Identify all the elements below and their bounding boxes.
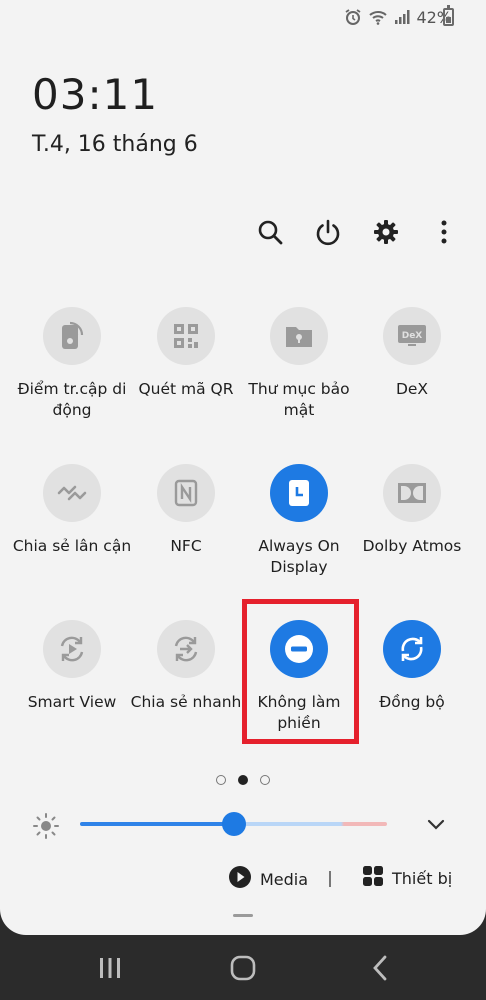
brightness-slider-thumb[interactable]	[221, 812, 246, 836]
tile-label: NFC	[170, 537, 202, 555]
hotspot-icon	[43, 307, 101, 365]
tile-label: Chia sẻ lân cận	[12, 537, 132, 555]
back-icon[interactable]	[360, 953, 400, 983]
alarm-icon	[344, 8, 362, 26]
dolby-icon	[383, 464, 441, 522]
devices-grid-icon	[362, 865, 384, 891]
divider	[329, 871, 331, 887]
clock-date: T.4, 16 tháng 6	[32, 132, 198, 157]
page-indicator	[0, 775, 486, 785]
media-label: Media	[260, 869, 309, 889]
devices-button[interactable]: Thiết bị	[362, 865, 452, 891]
dex-icon: DeX	[383, 307, 441, 365]
panel-toolbar	[252, 214, 462, 250]
gear-icon[interactable]	[368, 214, 404, 250]
more-vert-icon[interactable]	[426, 214, 462, 250]
quick-share-icon	[157, 620, 215, 678]
media-button[interactable]: Media	[228, 865, 308, 893]
tile-dolby-atmos[interactable]: Dolby Atmos	[352, 464, 472, 557]
page-dot-active[interactable]	[238, 775, 248, 785]
tile-smart-view[interactable]: Smart View	[12, 620, 132, 713]
page-dot[interactable]	[216, 775, 226, 785]
tile-label: Điểm tr.cập di động	[17, 380, 127, 419]
page-dot[interactable]	[260, 775, 270, 785]
recents-icon[interactable]	[90, 953, 130, 983]
quick-panel: 42% 03:11 T.4, 16 tháng 6 Điểm tr.cập di…	[0, 0, 486, 935]
clock-time: 03:11	[32, 70, 159, 119]
chevron-down-icon[interactable]	[426, 812, 446, 840]
qr-code-icon	[157, 307, 215, 365]
panel-drag-handle[interactable]	[233, 914, 253, 917]
tile-label: Quét mã QR	[138, 380, 234, 398]
tile-quick-share[interactable]: Chia sẻ nhanh	[126, 620, 246, 713]
signal-icon	[394, 9, 410, 25]
media-devices-row: Media Thiết bị	[0, 865, 486, 895]
devices-label: Thiết bị	[392, 868, 453, 888]
power-icon[interactable]	[310, 214, 346, 250]
status-bar: 42%	[344, 6, 452, 28]
tile-nfc[interactable]: NFC	[126, 464, 246, 557]
sun-icon	[32, 812, 60, 844]
tile-qr-scanner[interactable]: Quét mã QR	[126, 307, 246, 400]
tile-nearby-share[interactable]: Chia sẻ lân cận	[12, 464, 132, 557]
battery-icon	[443, 5, 454, 26]
highlight-box	[242, 599, 359, 744]
nearby-share-icon	[43, 464, 101, 522]
search-icon[interactable]	[252, 214, 288, 250]
navigation-bar	[0, 935, 486, 1000]
tile-dex[interactable]: DeX DeX	[352, 307, 472, 400]
tile-label: Chia sẻ nhanh	[130, 693, 242, 711]
tile-label: Đồng bộ	[379, 693, 445, 711]
tile-label: Smart View	[27, 693, 117, 711]
tile-mobile-hotspot[interactable]: Điểm tr.cập di động	[12, 307, 132, 421]
sync-icon	[383, 620, 441, 678]
always-on-display-icon	[270, 464, 328, 522]
wifi-icon	[368, 9, 388, 25]
tile-label: Thư mục bảo mật	[248, 380, 350, 419]
secure-folder-icon	[270, 307, 328, 365]
home-icon[interactable]	[223, 953, 263, 983]
tile-secure-folder[interactable]: Thư mục bảo mật	[239, 307, 359, 421]
tile-sync[interactable]: Đồng bộ	[352, 620, 472, 713]
svg-text:DeX: DeX	[402, 331, 423, 341]
play-icon	[228, 865, 252, 893]
tile-label: Dolby Atmos	[362, 537, 462, 555]
tile-always-on-display[interactable]: Always On Display	[239, 464, 359, 578]
smart-view-icon	[43, 620, 101, 678]
brightness-control	[30, 810, 460, 840]
tile-label: Always On Display	[258, 537, 340, 576]
tile-label: DeX	[395, 380, 429, 398]
nfc-icon	[157, 464, 215, 522]
